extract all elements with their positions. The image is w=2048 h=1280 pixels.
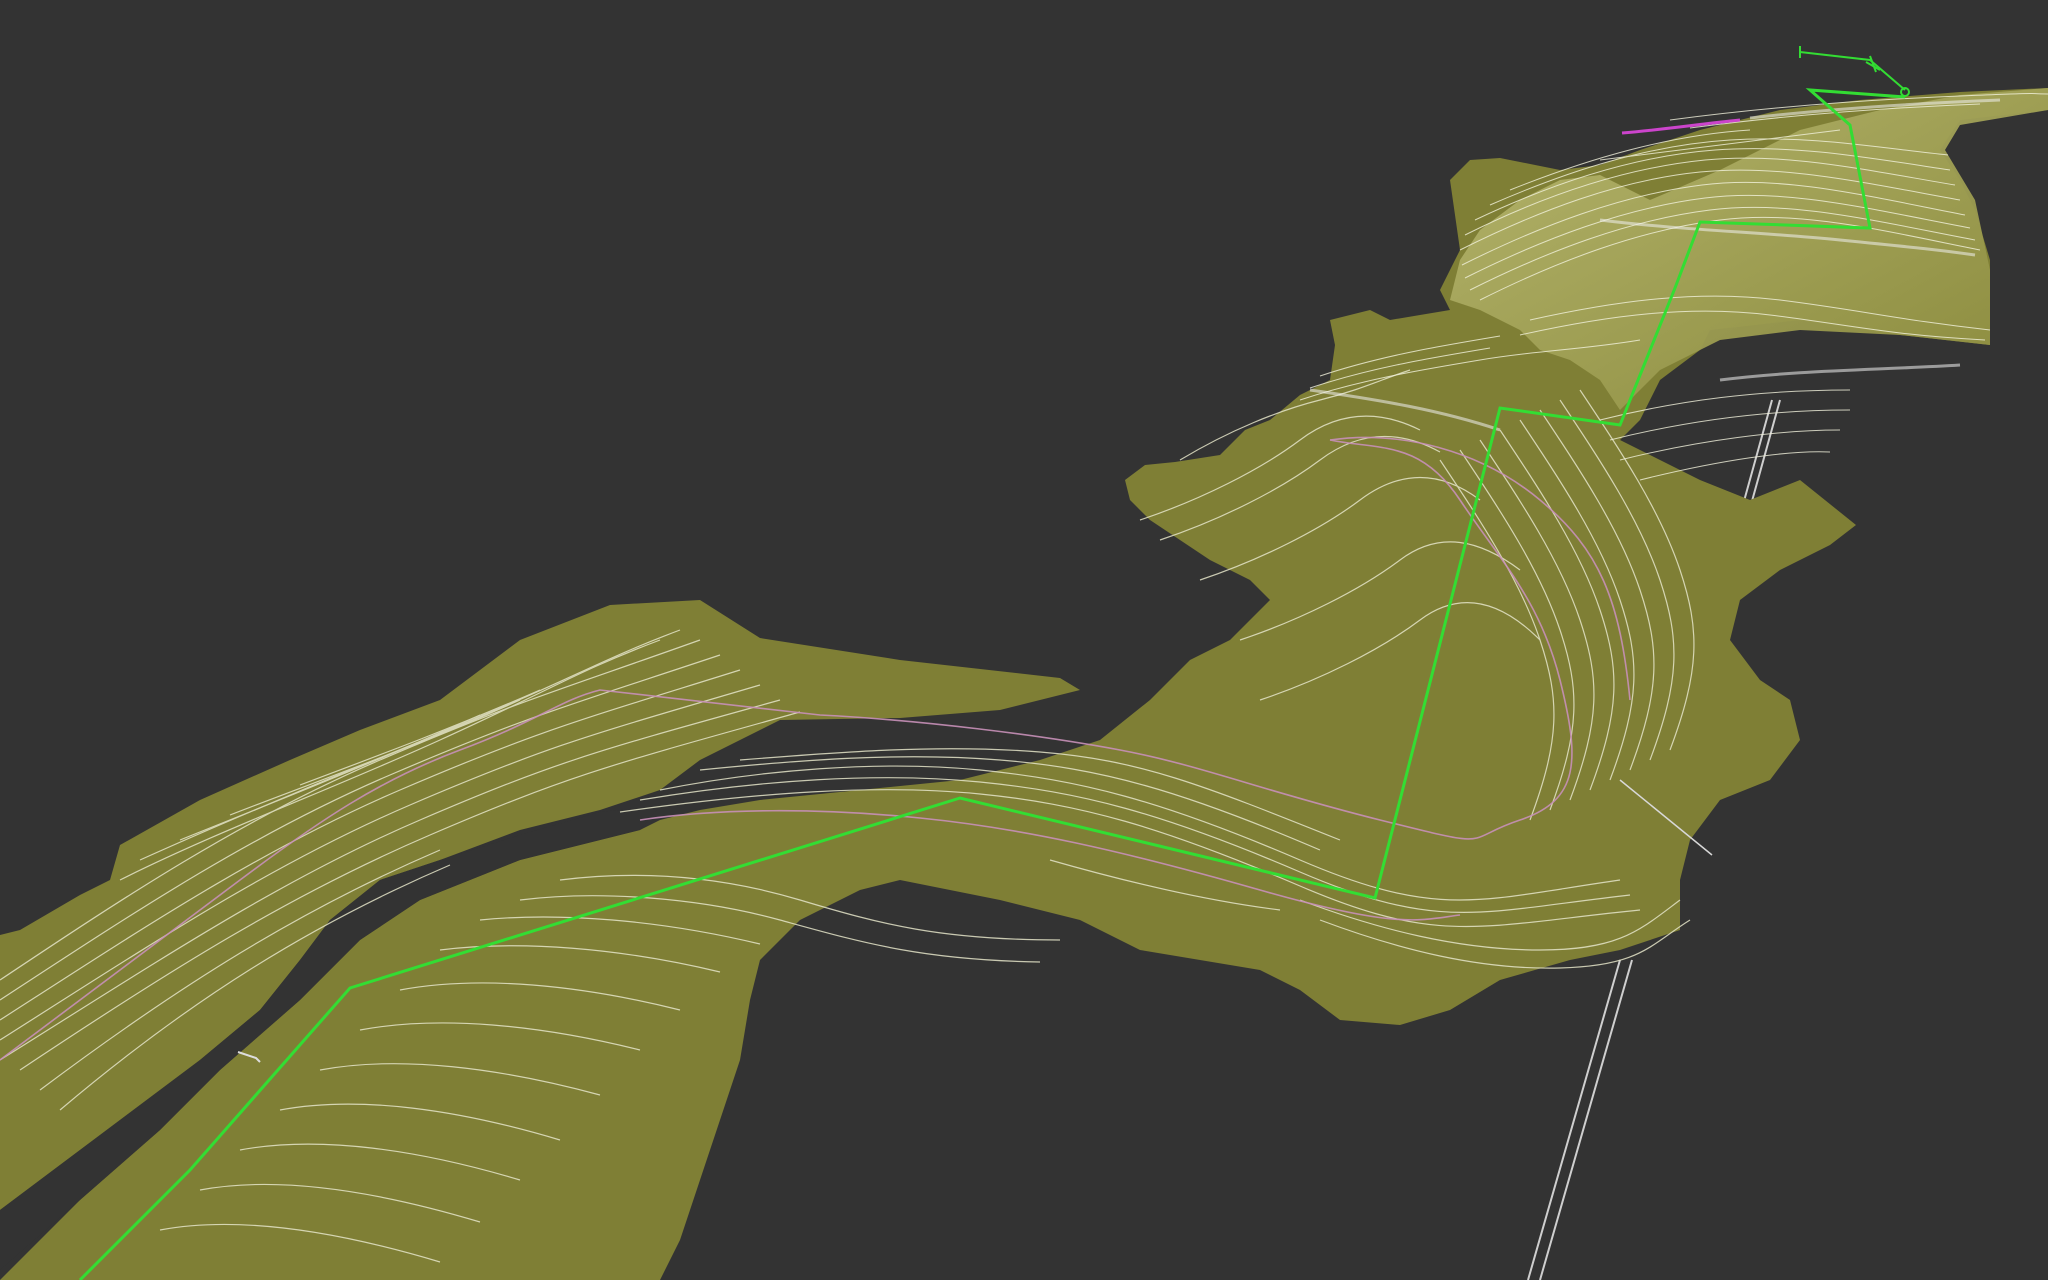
3d-viewport[interactable] — [0, 0, 2048, 1280]
alignment-end-marker[interactable] — [1799, 46, 1910, 97]
terrain-scene[interactable] — [0, 0, 2048, 1280]
